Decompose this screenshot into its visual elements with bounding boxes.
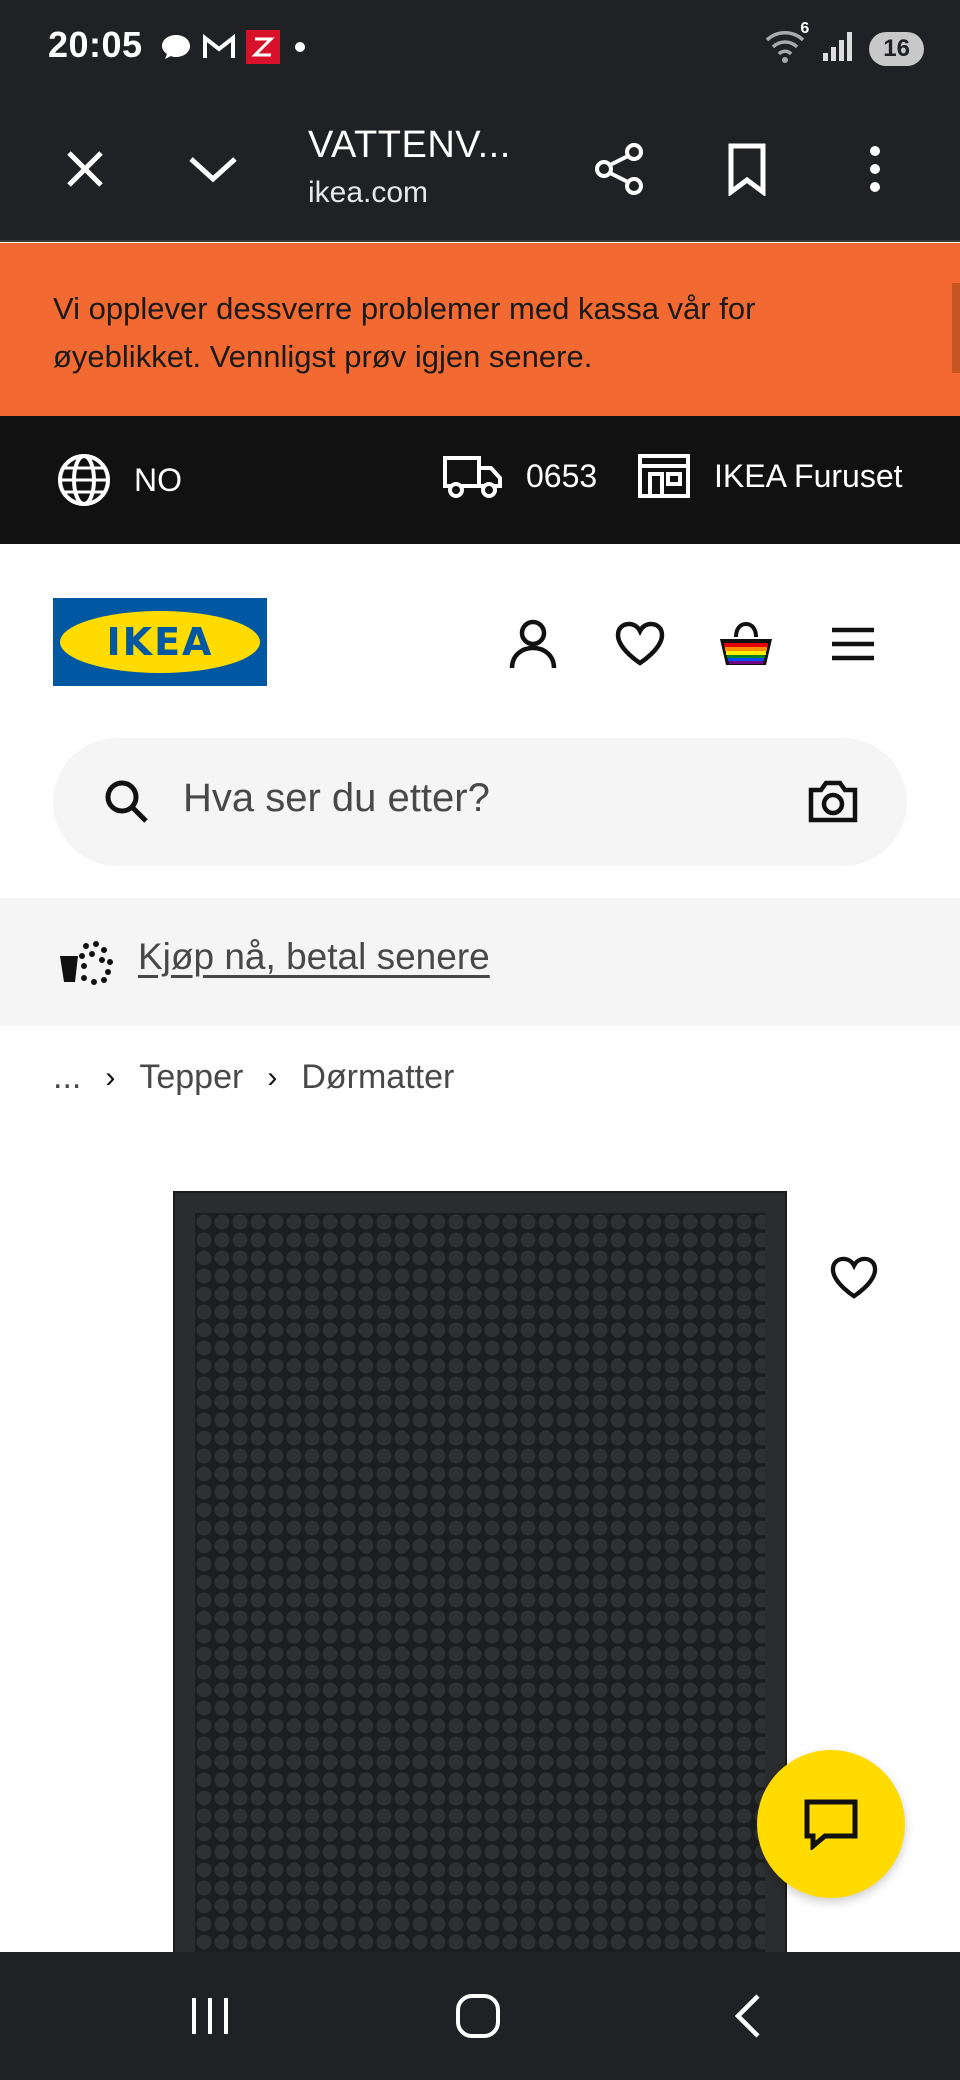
wifi-label: 6 (800, 20, 810, 37)
add-to-favourites-button[interactable] (822, 1246, 886, 1310)
breadcrumb-dormatter[interactable]: Dørmatter (301, 1058, 454, 1097)
breadcrumb-tepper[interactable]: Tepper (139, 1058, 243, 1097)
globe-icon (58, 454, 110, 506)
ikea-logo[interactable]: IKEA (53, 598, 267, 686)
notification-icons (160, 30, 310, 69)
language-selector[interactable]: NO (56, 452, 182, 508)
logo-oval: IKEA (60, 611, 260, 673)
chat-icon (804, 1799, 858, 1850)
signal-icon (821, 29, 855, 68)
battery-indicator: 16 (869, 31, 924, 66)
user-icon (509, 619, 557, 669)
wifi-icon: 6 (763, 20, 809, 69)
status-bar: 20:05 6 16 (0, 0, 960, 96)
page: 20:05 6 16 VATTENV... ikea.com Vi opplev… (0, 0, 960, 2080)
checkout-alert-banner: Vi opplever dessverre problemer med kass… (0, 243, 960, 416)
minimize-button[interactable] (178, 134, 248, 204)
account-button[interactable] (501, 612, 565, 676)
chat-bubble-icon (160, 33, 192, 66)
bookmark-button[interactable] (712, 134, 782, 204)
shopping-basket-icon (720, 621, 772, 665)
status-right: 6 16 (763, 20, 924, 69)
store-label: IKEA Furuset (714, 457, 903, 494)
more-options-button[interactable] (840, 134, 910, 204)
language-label: NO (134, 461, 182, 498)
doormat-texture (195, 1213, 765, 2078)
alert-text: Vi opplever dessverre problemer med kass… (53, 291, 756, 374)
search-icon (103, 778, 151, 831)
bookmark-icon (728, 143, 766, 196)
payment-split-icon (56, 940, 114, 991)
camera-search-icon[interactable] (807, 778, 859, 829)
breadcrumb-ellipsis[interactable]: ... (53, 1058, 81, 1097)
favourites-button[interactable] (608, 612, 672, 676)
home-icon (456, 1994, 500, 2038)
postcode-label: 0653 (526, 457, 598, 494)
cart-button[interactable] (714, 612, 778, 676)
system-navigation-bar (0, 1952, 960, 2080)
store-selector[interactable]: IKEA Furuset (636, 452, 903, 500)
back-icon (734, 1994, 760, 2038)
close-icon (67, 151, 103, 187)
heart-icon (830, 1256, 878, 1299)
page-title: VATTENV... (308, 124, 511, 166)
logo-text: IKEA (106, 620, 214, 664)
chevron-down-icon (189, 157, 237, 183)
share-button[interactable] (584, 134, 654, 204)
status-time: 20:05 (48, 24, 143, 65)
home-button[interactable] (438, 1986, 518, 2046)
dot-icon (290, 37, 310, 62)
heart-icon (615, 621, 665, 666)
search-bar[interactable]: Hva ser du etter? (53, 738, 907, 866)
browser-toolbar: VATTENV... ikea.com (0, 96, 960, 242)
scrollbar-thumb[interactable] (952, 283, 960, 373)
buy-now-pay-later-link[interactable]: Kjøp nå, betal senere (138, 936, 490, 978)
buy-now-pay-later-strip: Kjøp nå, betal senere (0, 898, 960, 1026)
app-z-icon (246, 30, 280, 69)
recent-apps-button[interactable] (170, 1986, 250, 2046)
share-icon (595, 143, 643, 195)
menu-button[interactable] (821, 612, 885, 676)
chat-button[interactable] (757, 1750, 905, 1898)
breadcrumb: ... › Tepper › Dørmatter (53, 1058, 454, 1097)
page-url: ikea.com (308, 176, 429, 209)
recent-apps-icon (192, 1998, 228, 2034)
delivery-postcode[interactable]: 0653 (442, 452, 597, 500)
hamburger-menu-icon (832, 627, 874, 661)
store-icon (638, 454, 690, 498)
info-bar: NO 0653 IKEA Furuset (0, 416, 960, 544)
delivery-truck-icon (443, 456, 502, 498)
close-tab-button[interactable] (50, 134, 120, 204)
gmail-icon (202, 33, 236, 65)
chevron-right-icon: › (267, 1060, 278, 1094)
back-button[interactable] (708, 1986, 788, 2046)
more-vert-icon (870, 146, 880, 192)
product-image[interactable] (173, 1191, 787, 2080)
chevron-right-icon: › (105, 1060, 116, 1094)
search-input[interactable]: Hva ser du etter? (183, 776, 490, 821)
